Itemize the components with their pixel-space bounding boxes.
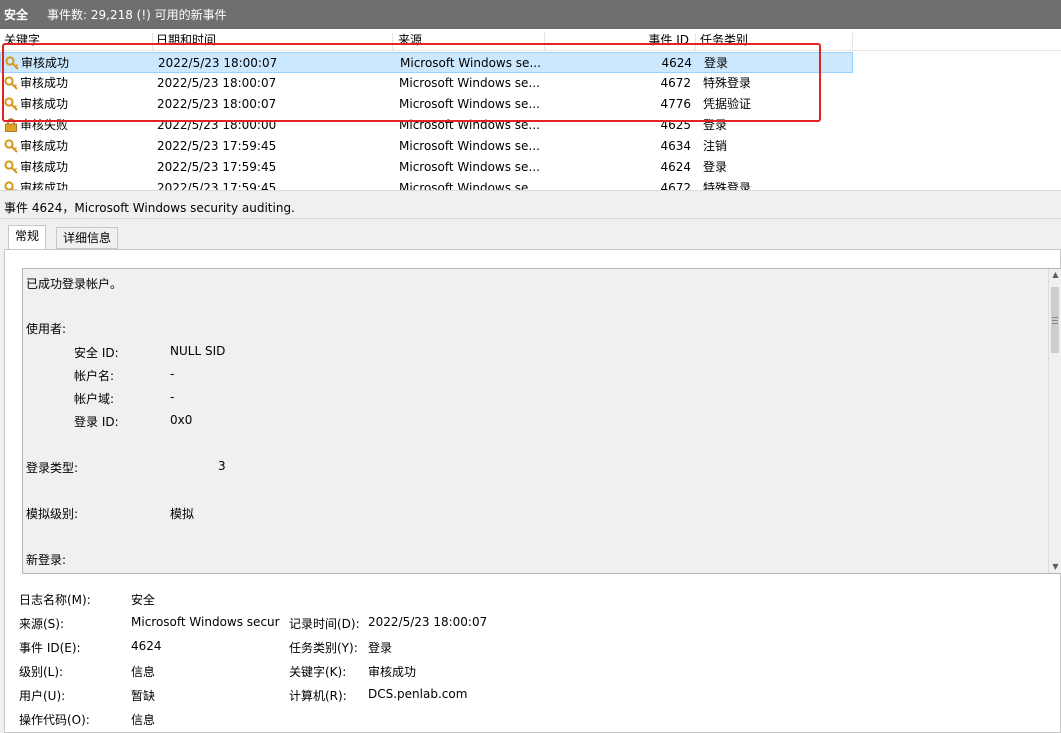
- event-id-label: 事件 ID(E):: [19, 641, 81, 655]
- user-label: 用户(U):: [19, 689, 66, 703]
- event-count: 事件数: 29,218 (!) 可用的新事件: [47, 8, 227, 22]
- log-header-bar: 安全 事件数: 29,218 (!) 可用的新事件: [0, 0, 1061, 29]
- table-row[interactable]: 审核成功 2022/5/23 17:59:45 Microsoft Windows …: [0, 157, 853, 178]
- log-name-value: 安全: [131, 593, 156, 607]
- keywords-value: 审核成功: [368, 665, 417, 679]
- cell-task: 特殊登录: [703, 181, 752, 190]
- event-title: 事件 4624，Microsoft Windows security audit…: [0, 197, 1061, 219]
- cell-source: Microsoft Windows se...: [399, 181, 540, 190]
- logon-type-label: 登录类型:: [26, 461, 79, 475]
- description-scrollbar[interactable]: ▲ ▼: [1048, 269, 1061, 573]
- opcode-label: 操作代码(O):: [19, 713, 90, 727]
- account-domain-label: 帐户域:: [74, 392, 115, 406]
- cell-task: 注销: [703, 139, 728, 153]
- cell-source: Microsoft Windows se...: [399, 160, 540, 174]
- event-id-value: 4624: [131, 639, 162, 653]
- source-label: 来源(S):: [19, 617, 65, 631]
- cell-event-id: 4634: [660, 139, 691, 153]
- opcode-value: 信息: [131, 713, 156, 727]
- log-name: 安全: [4, 8, 29, 22]
- impersonation-label: 模拟级别:: [26, 507, 79, 521]
- scroll-up-icon[interactable]: ▲: [1051, 269, 1060, 281]
- description-intro: 已成功登录帐户。: [26, 277, 123, 291]
- key-icon: [4, 139, 18, 153]
- scroll-thumb[interactable]: [1051, 287, 1059, 353]
- computer-value: DCS.penlab.com: [368, 687, 468, 701]
- logged-value: 2022/5/23 18:00:07: [368, 615, 488, 629]
- table-row[interactable]: 审核成功 2022/5/23 17:59:45 Microsoft Windows …: [0, 136, 853, 157]
- user-value: 暂缺: [131, 689, 156, 703]
- cell-datetime: 2022/5/23 17:59:45: [157, 181, 277, 190]
- logon-id-label: 登录 ID:: [74, 415, 119, 429]
- key-icon: [4, 160, 18, 174]
- keywords-label: 关键字(K):: [289, 665, 347, 679]
- cell-event-id: 4624: [660, 160, 691, 174]
- source-value: Microsoft Windows secur: [131, 615, 280, 629]
- impersonation-value: 模拟: [170, 507, 195, 521]
- level-value: 信息: [131, 665, 156, 679]
- cell-keyword: 审核成功: [20, 139, 69, 153]
- logged-label: 记录时间(D):: [289, 617, 360, 631]
- scroll-down-icon[interactable]: ▼: [1051, 561, 1060, 573]
- general-tab-panel: 已成功登录帐户。 使用者: 安全 ID: NULL SID 帐户名: - 帐户域…: [4, 249, 1061, 733]
- logon-id-value: 0x0: [170, 413, 193, 427]
- cell-task: 登录: [703, 160, 728, 174]
- cell-keyword: 审核成功: [20, 181, 69, 190]
- key-icon: [4, 181, 18, 190]
- cell-keyword: 审核成功: [20, 160, 69, 174]
- event-detail-pane: 常规 详细信息 已成功登录帐户。 使用者: 安全 ID: NULL SID 帐户…: [0, 219, 1061, 733]
- task-category-label: 任务类别(Y):: [289, 641, 358, 655]
- tab-general[interactable]: 常规: [8, 225, 47, 250]
- account-domain-value: -: [170, 390, 175, 404]
- account-name-value: -: [170, 367, 175, 381]
- new-logon-label: 新登录:: [26, 553, 67, 567]
- task-category-value: 登录: [368, 641, 393, 655]
- computer-label: 计算机(R):: [289, 689, 347, 703]
- cell-source: Microsoft Windows se...: [399, 139, 540, 153]
- security-id-label: 安全 ID:: [74, 346, 119, 360]
- security-id-value: NULL SID: [170, 344, 226, 358]
- account-name-label: 帐户名:: [74, 369, 115, 383]
- log-name-label: 日志名称(M):: [19, 593, 91, 607]
- event-description[interactable]: 已成功登录帐户。 使用者: 安全 ID: NULL SID 帐户名: - 帐户域…: [22, 268, 1061, 574]
- cell-datetime: 2022/5/23 17:59:45: [157, 160, 277, 174]
- table-row[interactable]: 审核成功 2022/5/23 17:59:45 Microsoft Windows …: [0, 178, 853, 190]
- highlight-box-rows: [2, 43, 821, 122]
- level-label: 级别(L):: [19, 665, 64, 679]
- tab-details[interactable]: 详细信息: [56, 227, 119, 249]
- cell-datetime: 2022/5/23 17:59:45: [157, 139, 277, 153]
- subject-label: 使用者:: [26, 322, 67, 336]
- logon-type-value: 3: [218, 459, 226, 473]
- cell-event-id: 4672: [660, 181, 691, 190]
